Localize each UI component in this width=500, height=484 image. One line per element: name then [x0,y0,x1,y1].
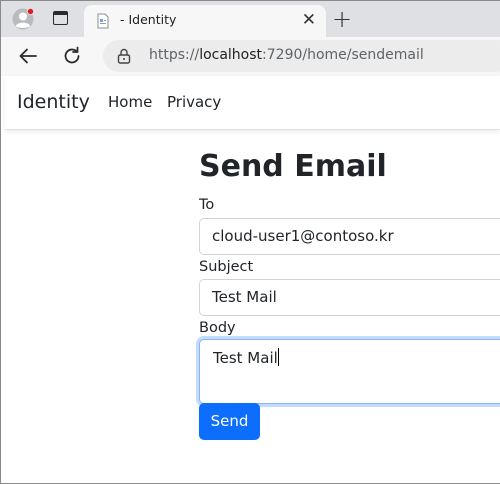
profile-avatar-icon[interactable] [12,7,35,30]
address-bar-row: https://localhost:7290/home/sendemail [0,37,500,76]
new-tab-icon[interactable]: + [332,6,352,32]
subject-label: Subject [199,259,254,275]
close-tab-icon[interactable]: ✕ [302,10,316,30]
navbar-brand[interactable]: Identity [17,91,90,113]
tab-title: - Identity [120,12,177,27]
nav-link-privacy[interactable]: Privacy [167,93,221,111]
back-arrow-icon[interactable] [17,45,39,67]
refresh-icon[interactable] [61,45,83,67]
tab-strip: - Identity ✕ + [0,0,500,37]
url-text: https://localhost:7290/home/sendemail [149,47,424,63]
to-label: To [199,197,215,213]
site-navbar: Identity Home Privacy [5,76,500,130]
page-favicon-icon [95,13,111,29]
body-textarea[interactable]: Test Mail [199,339,500,404]
page-title: Send Email [199,149,387,184]
text-caret [277,348,279,366]
nav-link-home[interactable]: Home [108,93,152,111]
tab-actions-icon[interactable] [53,11,68,25]
body-label: Body [199,320,236,336]
lock-icon[interactable] [117,48,131,64]
body-text: Test Mail [213,349,278,367]
address-bar[interactable]: https://localhost:7290/home/sendemail [103,40,500,72]
tab-identity[interactable]: - Identity ✕ [84,5,326,37]
send-button[interactable]: Send [199,403,260,440]
to-field[interactable]: cloud-user1@contoso.kr [199,218,500,255]
page-content: Identity Home Privacy Send Email To clou… [1,76,500,484]
subject-field[interactable]: Test Mail [199,279,500,316]
